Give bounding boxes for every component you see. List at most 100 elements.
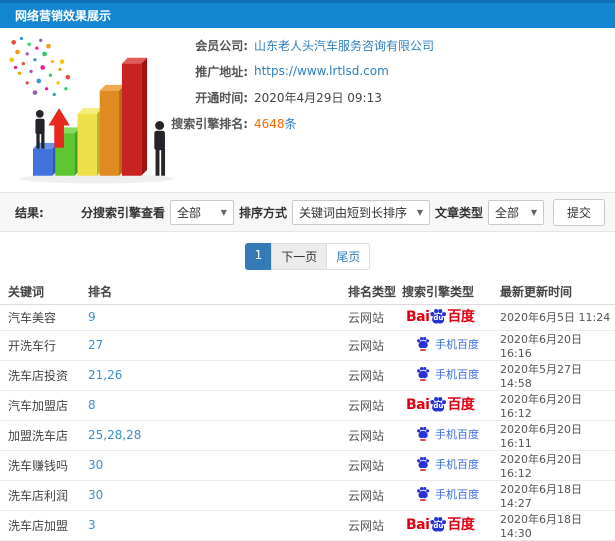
rank-link[interactable]: 3 [88,510,348,541]
sort-order-value: 关键词由短到长排序 [298,205,407,220]
rank-count-label: 搜索引擎排名: [171,116,248,131]
rank-link[interactable]: 25,28,28 [88,420,348,451]
page-title: 网络营销效果展示 [15,9,112,23]
updated-time-cell: 2020年6月18日 14:27 [500,480,615,511]
rank-type-cell: 云网站 [348,330,402,361]
baidu-paw-icon [416,366,430,382]
keyword-cell: 洗车店投资 [0,360,88,391]
rank-link[interactable]: 21,26 [88,360,348,391]
updated-time-cell: 2020年6月20日 16:11 [500,420,615,451]
updated-time-cell: 2020年6月20日 16:12 [500,390,615,421]
promo-url-label: 推广地址: [195,64,248,79]
info-row-rank-count: 搜索引擎排名: 4648条 [0,110,615,136]
article-type-value: 全部 [494,205,519,220]
table-header-row: 关键词 排名 排名类型 搜索引擎类型 最新更新时间 [0,280,615,305]
header-bar: 网络营销效果展示 [0,0,615,28]
chevron-down-icon: ▼ [220,207,227,217]
submit-button[interactable]: 提交 [552,198,605,226]
mobile-baidu-logo: 手机百度 [416,426,479,442]
promo-url-link[interactable]: https://www.lrtlsd.com [254,64,389,78]
rank-type-cell: 云网站 [348,480,402,511]
filter-bar: 结果: 分搜索引擎查看 全部 ▼ 排序方式 关键词由短到长排序 ▼ 文章类型 全… [0,192,615,232]
rank-count-number: 4648 [254,116,285,131]
company-link[interactable]: 山东老人头汽车服务咨询有限公司 [254,37,434,54]
results-table: 关键词 排名 排名类型 搜索引擎类型 最新更新时间 汽车美容 9 云网站 Bai du 百… [0,280,615,541]
engine-type-cell: 手机百度 [402,450,500,481]
page-item-next[interactable]: 下一页 [271,242,328,270]
col-header-engine: 搜索引擎类型 [402,280,500,305]
rank-link[interactable]: 9 [88,304,348,331]
baidu-pc-logo: Bai du 百度 [406,307,475,325]
engine-filter-select[interactable]: 全部 ▼ [169,199,234,225]
table-row: 加盟洗车店 25,28,28 云网站 手机百度 2020年6月20日 16:11 [0,420,615,451]
article-type-label: 文章类型 [434,205,483,220]
keyword-cell: 汽车加盟店 [0,390,88,421]
rank-type-cell: 云网站 [348,304,402,331]
rank-type-cell: 云网站 [348,450,402,481]
table-row: 洗车店加盟 3 云网站 Bai du 百度 2020年6月18日 14:30 [0,510,615,541]
page-item-last[interactable]: 尾页 [326,242,371,270]
rank-link[interactable]: 27 [88,330,348,361]
keyword-cell: 加盟洗车店 [0,420,88,451]
engine-type-cell: Bai du 百度 [402,390,500,421]
engine-type-cell: 手机百度 [402,480,500,511]
col-header-keyword: 关键词 [0,280,88,305]
info-row-open-time: 开通时间: 2020年4月29日 09:13 [0,84,615,110]
filter-controls: 分搜索引擎查看 全部 ▼ 排序方式 关键词由短到长排序 ▼ 文章类型 全部 ▼ … [80,198,605,226]
engine-type-cell: Bai du 百度 [402,510,500,541]
baidu-paw-icon [416,336,430,352]
mobile-baidu-logo: 手机百度 [416,456,479,472]
company-label: 会员公司: [195,38,248,53]
engine-type-cell: 手机百度 [402,360,500,391]
engine-type-cell: Bai du 百度 [402,304,500,331]
pagination: 1 下一页 尾页 [244,242,371,270]
baidu-paw-icon [416,486,430,502]
engine-filter-value: 全部 [176,205,201,220]
mobile-baidu-logo: 手机百度 [416,336,479,352]
baidu-paw-icon [416,426,430,442]
table-row: 洗车店利润 30 云网站 手机百度 2020年6月18日 14:27 [0,480,615,511]
keyword-cell: 汽车美容 [0,304,88,331]
rank-count-value: 4648条 [254,115,297,132]
col-header-updated: 最新更新时间 [500,280,615,305]
table-row: 开洗车行 27 云网站 手机百度 2020年6月20日 16:16 [0,330,615,361]
rank-link[interactable]: 30 [88,480,348,511]
updated-time-cell: 2020年6月20日 16:12 [500,450,615,481]
open-time-label: 开通时间: [195,90,248,105]
engine-type-cell: 手机百度 [402,420,500,451]
table-row: 洗车赚钱吗 30 云网站 手机百度 2020年6月20日 16:12 [0,450,615,481]
updated-time-cell: 2020年6月18日 14:30 [500,510,615,541]
article-type-select[interactable]: 全部 ▼ [487,199,544,225]
rank-type-cell: 云网站 [348,510,402,541]
engine-filter-label: 分搜索引擎查看 [80,205,165,220]
baidu-paw-icon: du [429,395,447,413]
keyword-cell: 洗车店利润 [0,480,88,511]
result-label: 结果: [15,205,44,220]
info-section: 会员公司: 山东老人头汽车服务咨询有限公司 推广地址: https://www.… [0,28,615,192]
rank-link[interactable]: 30 [88,450,348,481]
pagination-area: 1 下一页 尾页 [0,232,615,280]
table-row: 汽车美容 9 云网站 Bai du 百度 2020年6月5日 11:24 [0,304,615,331]
baidu-pc-logo: Bai du 百度 [406,395,475,413]
engine-type-cell: 手机百度 [402,330,500,361]
rank-type-cell: 云网站 [348,420,402,451]
rank-link[interactable]: 8 [88,390,348,421]
chevron-down-icon: ▼ [530,207,537,217]
table-row: 汽车加盟店 8 云网站 Bai du 百度 2020年6月20日 16:12 [0,390,615,421]
col-header-rank-type: 排名类型 [348,280,402,305]
updated-time-cell: 2020年6月20日 16:16 [500,330,615,361]
sort-order-label: 排序方式 [238,205,287,220]
baidu-pc-logo: Bai du 百度 [406,517,475,533]
col-header-rank: 排名 [88,280,348,305]
keyword-cell: 洗车店加盟 [0,510,88,541]
rank-count-unit: 条 [284,116,297,131]
rank-type-cell: 云网站 [348,360,402,391]
sort-order-select[interactable]: 关键词由短到长排序 ▼ [291,199,430,225]
table-body: 汽车美容 9 云网站 Bai du 百度 2020年6月5日 11:24 开洗车行 27 云网站手… [0,304,615,541]
info-row-url: 推广地址: https://www.lrtlsd.com [0,58,615,84]
baidu-paw-icon: du [429,307,447,325]
page-item-current[interactable]: 1 [244,242,273,270]
baidu-paw-icon [416,456,430,472]
updated-time-cell: 2020年5月27日 14:58 [500,360,615,391]
info-row-company: 会员公司: 山东老人头汽车服务咨询有限公司 [0,32,615,58]
